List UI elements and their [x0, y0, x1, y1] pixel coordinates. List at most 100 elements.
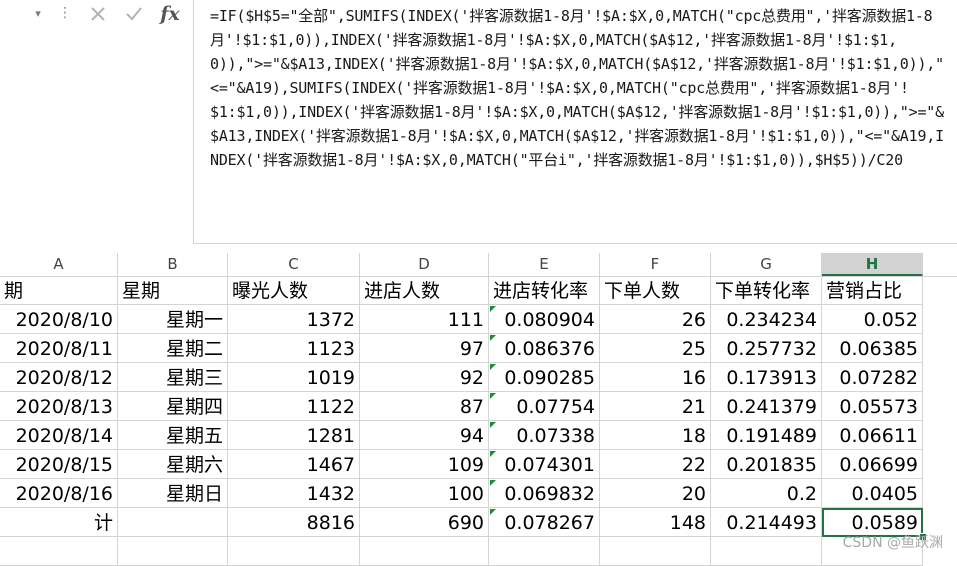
table-row: 2020/8/12 星期三 1019 92 0.090285 16 0.173913 0.07…: [0, 363, 957, 392]
cell-c[interactable]: 1019: [228, 363, 360, 392]
cell-e[interactable]: 0.086376: [489, 334, 600, 363]
cell-c[interactable]: 1122: [228, 392, 360, 421]
cell-g[interactable]: 0.234234: [711, 305, 822, 334]
formula-bar-grip-icon[interactable]: ⋮: [58, 2, 72, 26]
confirm-icon[interactable]: [120, 2, 148, 26]
cell-a[interactable]: 2020/8/16: [0, 479, 118, 508]
cell-g[interactable]: 0.214493: [711, 508, 822, 537]
cell-g[interactable]: 0.2: [711, 479, 822, 508]
empty-cell[interactable]: [228, 537, 360, 566]
cell-g[interactable]: 0.257732: [711, 334, 822, 363]
cell-h[interactable]: 0.07282: [822, 363, 923, 392]
cell-g[interactable]: 0.191489: [711, 421, 822, 450]
namebox-dropdown-icon[interactable]: ▾: [28, 2, 48, 26]
cell-b[interactable]: 星期二: [118, 334, 228, 363]
cell-a[interactable]: 2020/8/13: [0, 392, 118, 421]
cell-b[interactable]: 星期一: [118, 305, 228, 334]
cell-g[interactable]: 0.241379: [711, 392, 822, 421]
insert-function-button[interactable]: fx: [156, 2, 184, 26]
cell-a[interactable]: 2020/8/10: [0, 305, 118, 334]
cell-e[interactable]: 进店转化率: [489, 276, 600, 305]
cell-c[interactable]: 1467: [228, 450, 360, 479]
error-indicator-icon: [490, 306, 496, 312]
cell-g[interactable]: 0.173913: [711, 363, 822, 392]
cell-b[interactable]: [118, 508, 228, 537]
formula-input[interactable]: =IF($H$5="全部",SUMIFS(INDEX('拌客源数据1-8月'!$…: [193, 0, 957, 244]
cell-value: 0.069832: [504, 483, 595, 505]
cell-f[interactable]: 22: [600, 450, 711, 479]
cell-b[interactable]: 星期四: [118, 392, 228, 421]
cell-e[interactable]: 0.080904: [489, 305, 600, 334]
empty-cell[interactable]: [118, 537, 228, 566]
column-header-c[interactable]: C: [228, 253, 360, 276]
cell-c[interactable]: 8816: [228, 508, 360, 537]
cell-f[interactable]: 18: [600, 421, 711, 450]
cancel-icon[interactable]: [84, 2, 112, 26]
empty-cell[interactable]: [489, 537, 600, 566]
column-header-a[interactable]: A: [0, 253, 118, 276]
column-header-b[interactable]: B: [118, 253, 228, 276]
column-header-g[interactable]: G: [711, 253, 822, 276]
cell-h[interactable]: 0.052: [822, 305, 923, 334]
cell-f[interactable]: 148: [600, 508, 711, 537]
empty-row: [0, 537, 957, 566]
cell-d[interactable]: 100: [360, 479, 489, 508]
cell-c[interactable]: 1432: [228, 479, 360, 508]
error-indicator-icon: [490, 509, 496, 515]
cell-g[interactable]: 0.201835: [711, 450, 822, 479]
column-header-e[interactable]: E: [489, 253, 600, 276]
cell-d[interactable]: 92: [360, 363, 489, 392]
empty-cell[interactable]: [600, 537, 711, 566]
cell-e[interactable]: 0.069832: [489, 479, 600, 508]
cell-a[interactable]: 2020/8/15: [0, 450, 118, 479]
cell-e[interactable]: 0.07338: [489, 421, 600, 450]
cell-c[interactable]: 曝光人数: [228, 276, 360, 305]
cell-c[interactable]: 1372: [228, 305, 360, 334]
cell-c[interactable]: 1281: [228, 421, 360, 450]
cell-d[interactable]: 87: [360, 392, 489, 421]
cell-f[interactable]: 下单人数: [600, 276, 711, 305]
formula-bar: ▾ ⋮ fx =IF($H$5="全部",SUMIFS(INDEX('拌客源数据…: [0, 0, 957, 245]
cell-e[interactable]: 0.090285: [489, 363, 600, 392]
cell-b[interactable]: 星期六: [118, 450, 228, 479]
cell-f[interactable]: 20: [600, 479, 711, 508]
cell-d[interactable]: 97: [360, 334, 489, 363]
cell-a[interactable]: 2020/8/14: [0, 421, 118, 450]
cell-g[interactable]: 下单转化率: [711, 276, 822, 305]
cell-h[interactable]: 0.06385: [822, 334, 923, 363]
cell-f[interactable]: 26: [600, 305, 711, 334]
cell-d[interactable]: 690: [360, 508, 489, 537]
cell-h[interactable]: 0.06699: [822, 450, 923, 479]
cell-f[interactable]: 16: [600, 363, 711, 392]
cell-b[interactable]: 星期: [118, 276, 228, 305]
cell-e[interactable]: 0.07754: [489, 392, 600, 421]
cell-d[interactable]: 109: [360, 450, 489, 479]
cell-h[interactable]: 0.05573: [822, 392, 923, 421]
cell-d[interactable]: 进店人数: [360, 276, 489, 305]
cell-a[interactable]: 期: [0, 276, 118, 305]
cell-f[interactable]: 21: [600, 392, 711, 421]
cell-value: 0.078267: [504, 512, 595, 534]
cell-a[interactable]: 计: [0, 508, 118, 537]
column-header-h[interactable]: H: [822, 253, 923, 276]
table-row: 2020/8/13 星期四 1122 87 0.07754 21 0.241379 0.055…: [0, 392, 957, 421]
cell-e[interactable]: 0.074301: [489, 450, 600, 479]
cell-b[interactable]: 星期三: [118, 363, 228, 392]
cell-d[interactable]: 94: [360, 421, 489, 450]
cell-h[interactable]: 营销占比: [822, 276, 923, 305]
cell-b[interactable]: 星期五: [118, 421, 228, 450]
empty-cell[interactable]: [711, 537, 822, 566]
cell-a[interactable]: 2020/8/11: [0, 334, 118, 363]
cell-f[interactable]: 25: [600, 334, 711, 363]
cell-c[interactable]: 1123: [228, 334, 360, 363]
cell-a[interactable]: 2020/8/12: [0, 363, 118, 392]
cell-d[interactable]: 111: [360, 305, 489, 334]
cell-b[interactable]: 星期日: [118, 479, 228, 508]
cell-e[interactable]: 0.078267: [489, 508, 600, 537]
column-header-f[interactable]: F: [600, 253, 711, 276]
cell-h[interactable]: 0.0405: [822, 479, 923, 508]
column-header-d[interactable]: D: [360, 253, 489, 276]
empty-cell[interactable]: [360, 537, 489, 566]
empty-cell[interactable]: [0, 537, 118, 566]
cell-h[interactable]: 0.06611: [822, 421, 923, 450]
